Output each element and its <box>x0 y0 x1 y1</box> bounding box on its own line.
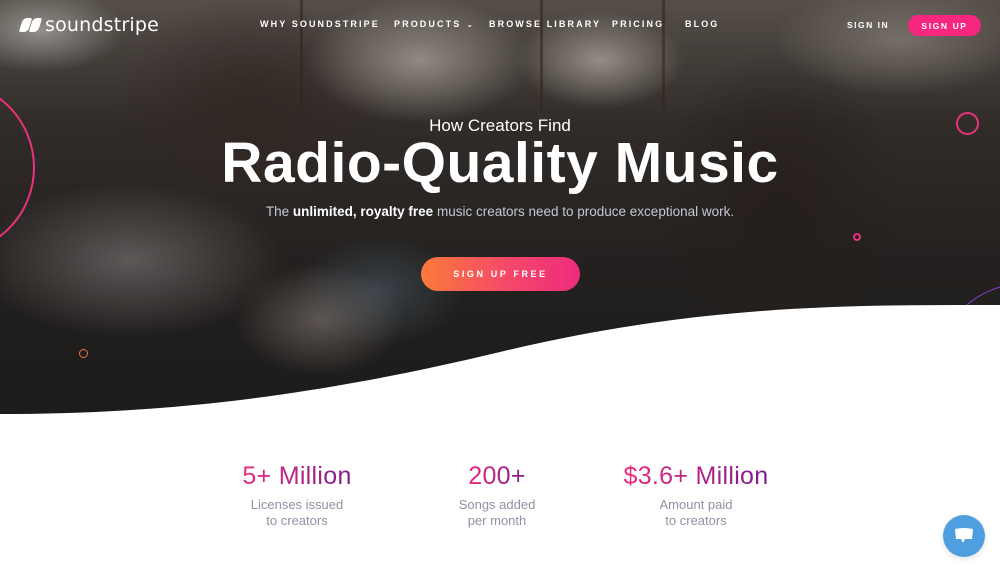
stat-label-line: Songs added <box>458 497 536 512</box>
decor-ring-dot-pink <box>853 233 861 241</box>
chat-widget-button[interactable] <box>943 515 985 557</box>
stat-label-line: Licenses issued <box>250 497 344 512</box>
stat-label-line: to creators <box>266 513 328 528</box>
nav-products[interactable]: PRODUCTS ⌄ <box>394 19 489 29</box>
stat-label: Amount paid to creators <box>596 497 796 529</box>
nav-pricing[interactable]: PRICING <box>612 19 685 29</box>
stat-value: 5+ Million <box>242 462 352 490</box>
subhead-bold: unlimited, royalty free <box>292 204 434 219</box>
chevron-down-icon: ⌄ <box>466 19 476 29</box>
sign-in-link[interactable]: SIGN IN <box>847 20 889 30</box>
soundstripe-logo[interactable]: soundstripe <box>18 14 160 36</box>
logo-mark-icon <box>18 18 43 32</box>
stat-label-line: per month <box>467 513 527 528</box>
stat-songs: 200+ Songs added per month <box>397 462 597 529</box>
sign-up-free-button[interactable]: SIGN UP FREE <box>421 257 580 291</box>
stat-label: Licenses issued to creators <box>197 497 397 529</box>
nav-links: WHY SOUNDSTRIPE PRODUCTS ⌄ BROWSE LIBRAR… <box>260 19 735 29</box>
stat-value: 200+ <box>468 462 526 490</box>
hero-wave-divider <box>0 304 1000 420</box>
stat-value: $3.6+ Million <box>623 462 769 490</box>
sign-up-button[interactable]: SIGN UP <box>908 15 981 36</box>
logo-text: soundstripe <box>45 14 160 36</box>
nav-browse-library[interactable]: BROWSE LIBRARY <box>489 19 612 29</box>
subhead-pre: The <box>265 204 293 219</box>
hero-headline: Radio-Quality Music <box>221 131 779 195</box>
nav-why-soundstripe[interactable]: WHY SOUNDSTRIPE <box>260 19 394 29</box>
stat-licenses: 5+ Million Licenses issued to creators <box>197 462 397 529</box>
top-nav: soundstripe WHY SOUNDSTRIPE PRODUCTS ⌄ B… <box>0 0 1000 50</box>
subhead-post: music creators need to produce exception… <box>433 204 735 219</box>
stat-amount-paid: $3.6+ Million Amount paid to creators <box>596 462 796 529</box>
nav-blog[interactable]: BLOG <box>685 19 735 29</box>
hero-subhead: The unlimited, royalty free music creato… <box>0 204 1000 219</box>
nav-products-label: PRODUCTS <box>394 19 462 29</box>
hero-section: How Creators Find Radio-Quality Music Th… <box>0 0 1000 420</box>
stat-label: Songs added per month <box>397 497 597 529</box>
stat-label-line: to creators <box>665 513 727 528</box>
chat-bubble-icon <box>955 528 973 543</box>
stat-label-line: Amount paid <box>659 497 733 512</box>
